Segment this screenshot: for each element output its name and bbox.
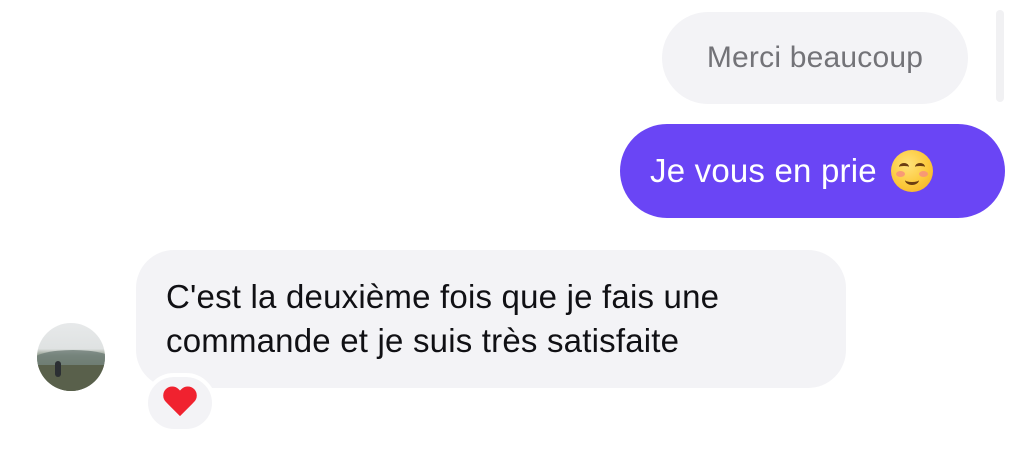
received-message-line-2: commande et je suis très satisfaite [166, 322, 680, 359]
reaction-badge[interactable] [144, 373, 216, 433]
quoted-message-bubble[interactable]: Merci beaucoup [662, 12, 968, 104]
sent-message-text: Je vous en prie [650, 152, 877, 189]
received-message-line-1: C'est la deuxième fois que je fais une [166, 278, 720, 315]
received-message-bubble[interactable]: C'est la deuxième fois que je fais une c… [136, 250, 846, 388]
red-heart-icon [162, 387, 198, 419]
received-message-text: C'est la deuxième fois que je fais une c… [166, 275, 719, 363]
avatar[interactable] [37, 323, 105, 391]
quoted-message-text: Merci beaucoup [706, 41, 924, 74]
chat-thread: Merci beaucoup Je vous en prie C'est la … [0, 0, 1024, 459]
smiling-face-icon [890, 150, 933, 192]
sent-message-bubble[interactable]: Je vous en prie [620, 124, 1005, 218]
scrollbar[interactable] [996, 10, 1004, 102]
